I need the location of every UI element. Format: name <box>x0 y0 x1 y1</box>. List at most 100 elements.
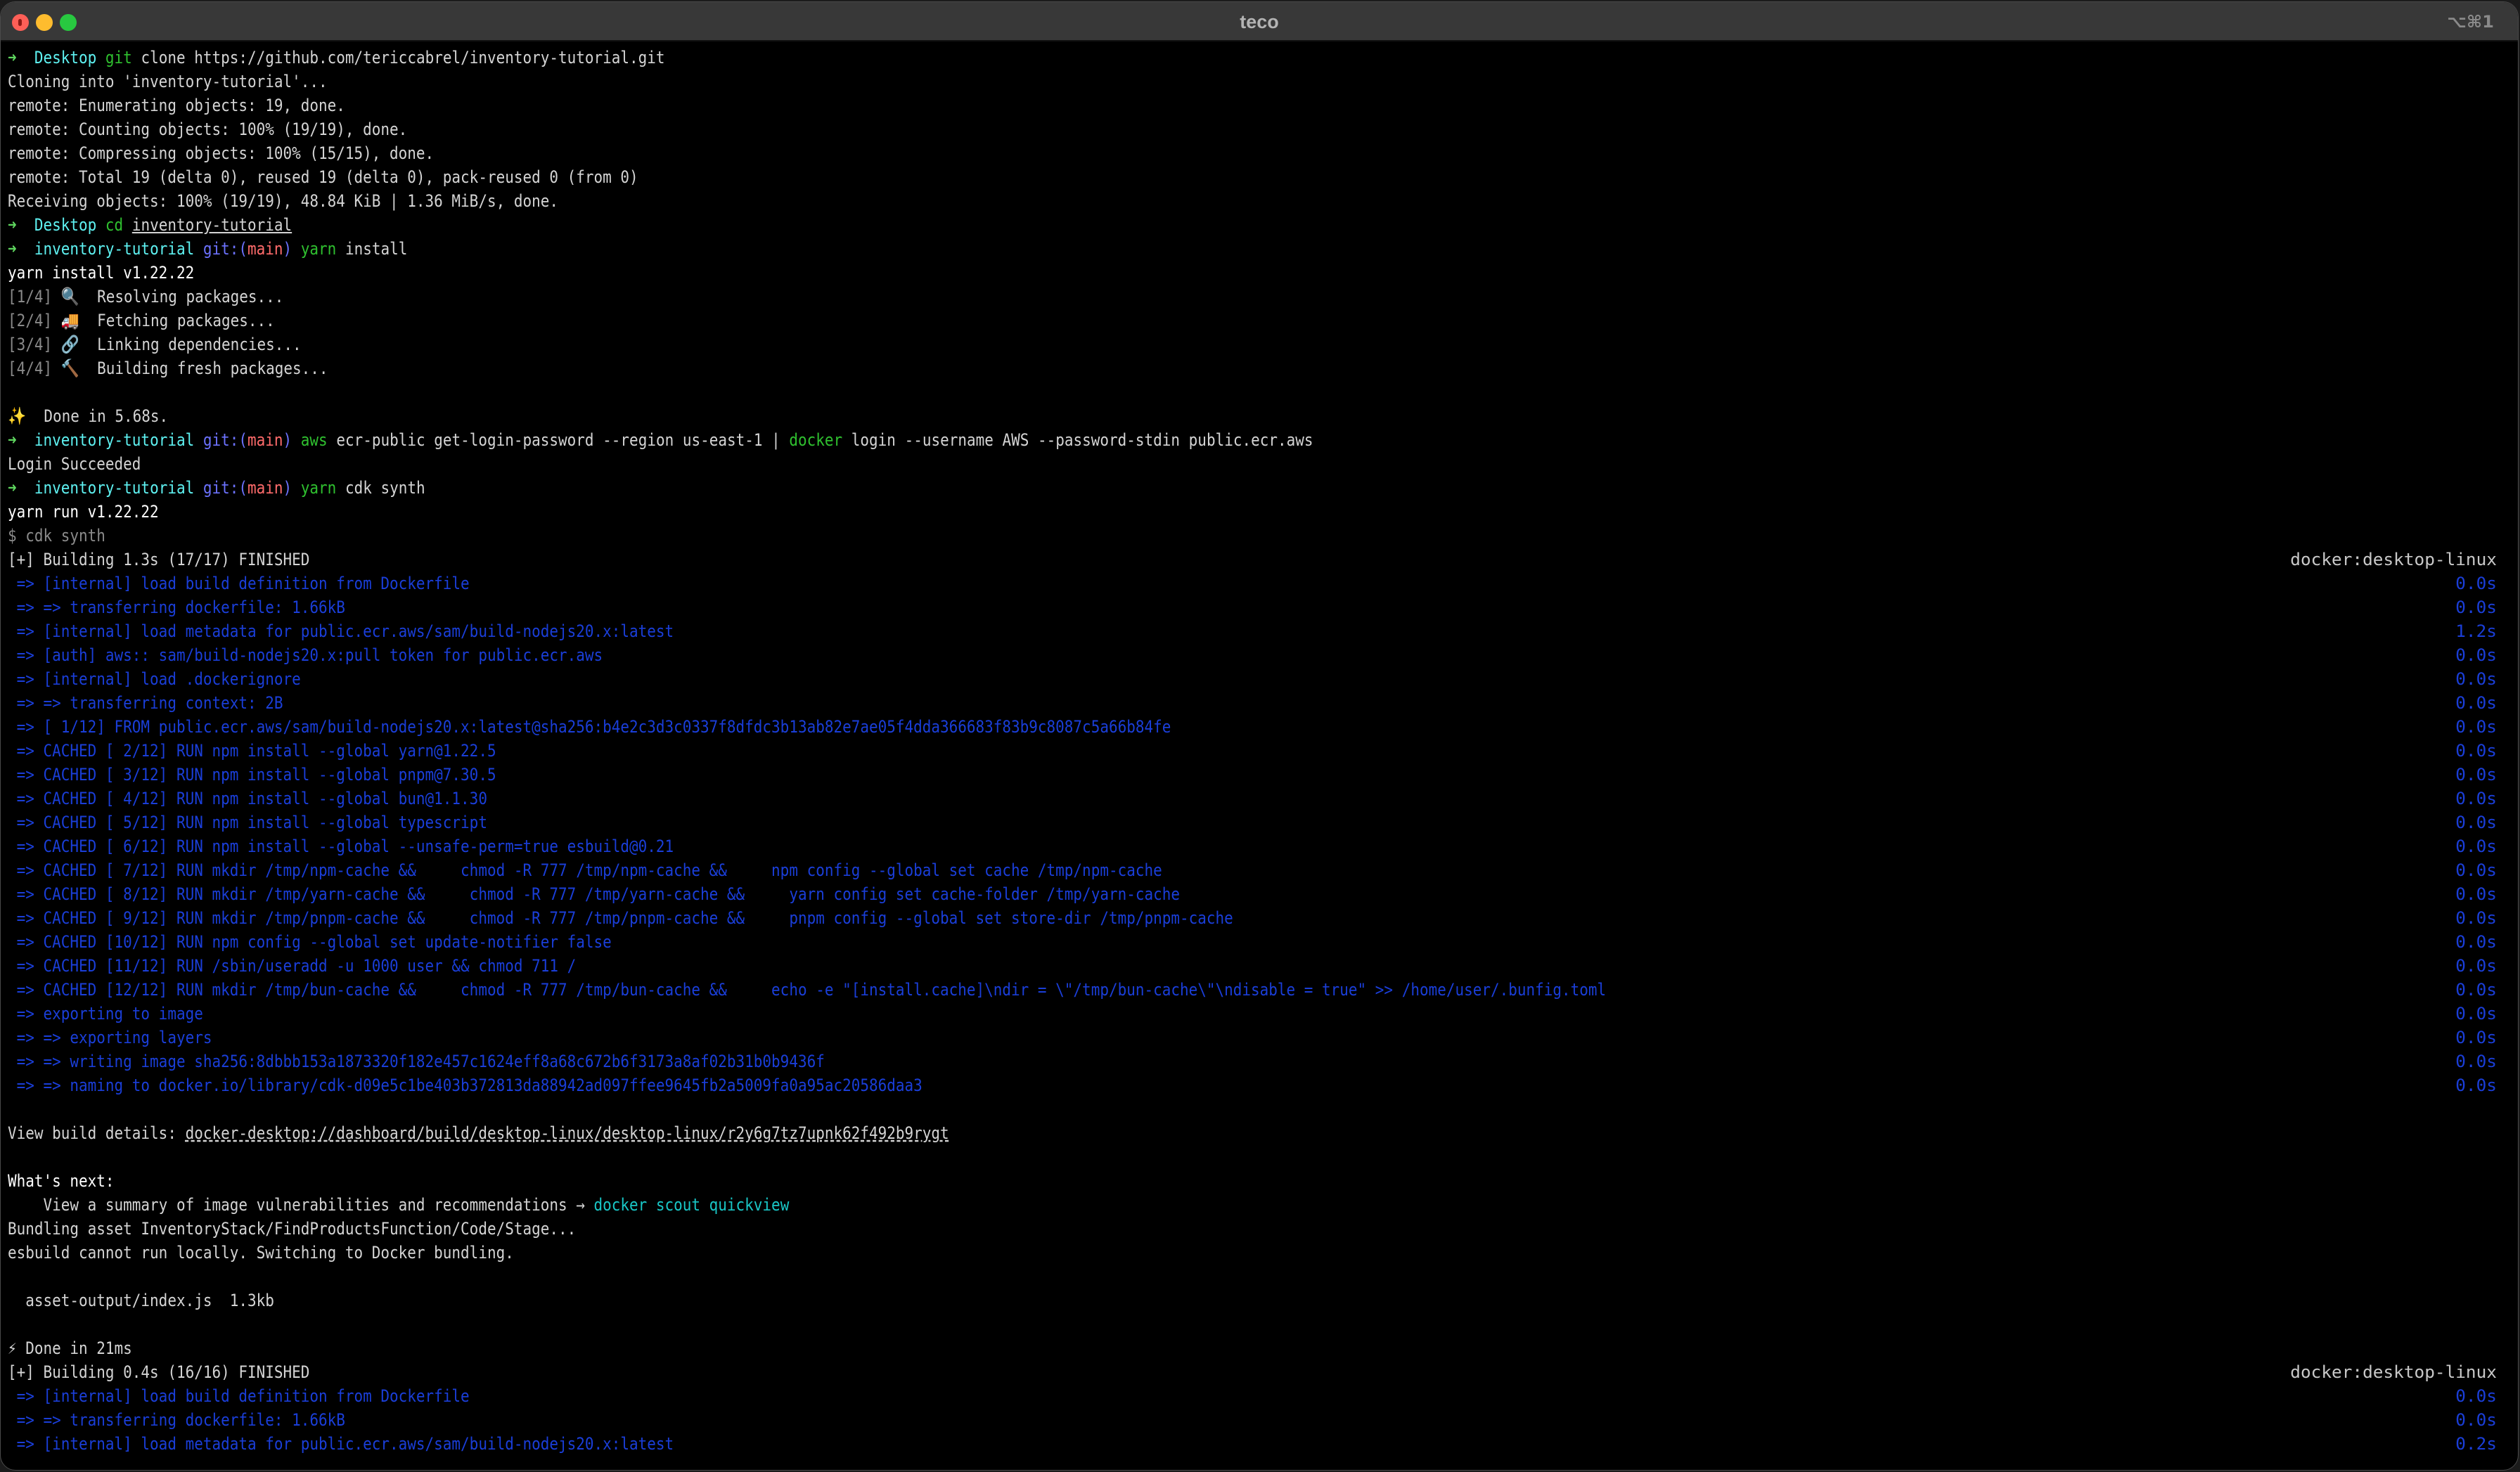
build-step-row: => [auth] aws:: sam/build-nodejs20.x:pul… <box>8 643 2518 667</box>
output-line: $ cdk synth <box>8 525 105 545</box>
build-step-time: 0.0s <box>2455 740 2497 761</box>
step-emoji-icon: 🔨 <box>60 358 79 378</box>
output-line: remote: Enumerating objects: 19, done. <box>8 95 345 115</box>
window-shortcut-label: ⌥⌘1 <box>2447 12 2494 32</box>
build-step-time: 0.0s <box>2455 788 2497 808</box>
build-step-text: => => transferring dockerfile: 1.66kB <box>8 1409 345 1430</box>
yarn-step-line: [4/4] 🔨 Building fresh packages... <box>8 356 2512 380</box>
build-step-time: 0.0s <box>2455 931 2497 952</box>
git-suffix: ) <box>283 477 292 498</box>
prompt-line: ➜ inventory-tutorial git:(main) aws ecr-… <box>8 428 2512 452</box>
sparkles-icon: ✨ <box>8 406 27 426</box>
prompt-arrow-icon: ➜ <box>8 214 17 235</box>
command-args: cdk synth <box>345 477 425 498</box>
step-counter: [4/4] <box>8 358 53 378</box>
build-context: docker:desktop-linux <box>2290 549 2497 569</box>
step-text: Linking dependencies... <box>97 334 302 354</box>
whats-next-heading: What's next: <box>8 1170 115 1191</box>
build-step-time: 0.0s <box>2455 812 2497 832</box>
prompt-line: ➜ inventory-tutorial git:(main) yarn cdk… <box>8 476 2512 500</box>
build-step-time: 0.0s <box>2455 1003 2497 1024</box>
command-name: yarn <box>300 238 337 259</box>
git-prefix: git:( <box>202 238 248 259</box>
build-step-row: => CACHED [ 5/12] RUN npm install --glob… <box>8 811 2518 834</box>
build-step-time: 0.0s <box>2455 716 2497 737</box>
build-step-time: 0.0s <box>2455 884 2497 904</box>
build-block-1: [+] Building 1.3s (17/17) FINISHED docke… <box>8 548 2518 1097</box>
output-line: View a summary of image vulnerabilities … <box>8 1194 790 1215</box>
build-step-text: => [internal] load metadata for public.e… <box>8 1433 674 1454</box>
step-text: Fetching packages... <box>97 310 275 330</box>
build-step-row: => => naming to docker.io/library/cdk-d0… <box>8 1073 2518 1097</box>
build-step-text: => [auth] aws:: sam/build-nodejs20.x:pul… <box>8 645 603 665</box>
command-args: ecr-public get-login-password --region u… <box>336 430 780 450</box>
output-line: remote: Compressing objects: 100% (15/15… <box>8 143 435 163</box>
output-line: ✨ Done in 5.68s. <box>8 406 169 426</box>
build-step-time: 0.0s <box>2455 860 2497 880</box>
prompt-arrow-icon: ➜ <box>8 430 17 450</box>
yarn-step-line: [1/4] 🔍 Resolving packages... <box>8 285 2512 309</box>
build-step-time: 0.0s <box>2455 1027 2497 1047</box>
prompt-dir: inventory-tutorial <box>34 430 195 450</box>
output-line: asset-output/index.js 1.3kb <box>8 1290 274 1310</box>
build-step-row: => [internal] load metadata for public.e… <box>8 1432 2518 1456</box>
build-step-text: => CACHED [ 4/12] RUN npm install --glob… <box>8 788 487 808</box>
git-prefix: git:( <box>202 477 248 498</box>
build-step-text: => CACHED [ 5/12] RUN npm install --glob… <box>8 812 487 832</box>
build-details-link[interactable]: docker-desktop://dashboard/build/desktop… <box>186 1123 949 1143</box>
git-prefix: git:( <box>202 430 248 450</box>
build-step-text: => [ 1/12] FROM public.ecr.aws/sam/build… <box>8 716 1171 737</box>
build-step-text: => => writing image sha256:8dbbb153a1873… <box>8 1051 825 1071</box>
build-step-time: 0.0s <box>2455 1051 2497 1071</box>
git-branch: main <box>248 430 283 450</box>
prompt-line: ➜ Desktop git clone https://github.com/t… <box>8 46 2512 70</box>
prompt-dir: Desktop <box>34 214 97 235</box>
output-line: Receiving objects: 100% (19/19), 48.84 K… <box>8 191 558 211</box>
terminal-output[interactable]: ➜ Desktop git clone https://github.com/t… <box>1 46 2518 1470</box>
path-link[interactable]: inventory-tutorial <box>132 214 292 235</box>
command-args: clone https://github.com/tericcabrel/inv… <box>141 47 665 67</box>
build-header: [+] Building 1.3s (17/17) FINISHED <box>8 549 310 569</box>
build-step-row: => [internal] load build definition from… <box>8 572 2518 595</box>
output-line: yarn run v1.22.22 <box>8 501 159 522</box>
build-step-row: => [internal] load metadata for public.e… <box>8 619 2518 643</box>
output-line: Bundling asset InventoryStack/FindProduc… <box>8 1218 577 1239</box>
step-text: Resolving packages... <box>97 286 284 306</box>
build-step-row: => CACHED [ 3/12] RUN npm install --glob… <box>8 763 2518 787</box>
build-step-text: => CACHED [12/12] RUN mkdir /tmp/bun-cac… <box>8 979 1607 1000</box>
build-step-time: 0.0s <box>2455 573 2497 593</box>
build-step-row: => CACHED [12/12] RUN mkdir /tmp/bun-cac… <box>8 978 2518 1002</box>
build-step-text: => [internal] load build definition from… <box>8 1386 470 1406</box>
step-emoji-icon: 🔍 <box>60 286 79 306</box>
build-step-row: => CACHED [11/12] RUN /sbin/useradd -u 1… <box>8 954 2518 978</box>
build-block-2: [+] Building 0.4s (16/16) FINISHED docke… <box>8 1360 2518 1456</box>
git-branch: main <box>248 477 283 498</box>
build-step-time: 0.0s <box>2455 1386 2497 1406</box>
build-step-row: => => transferring dockerfile: 1.66kB 0.0… <box>8 595 2518 619</box>
build-step-row: => [internal] load .dockerignore 0.0s <box>8 667 2518 691</box>
prompt-dir: inventory-tutorial <box>34 238 195 259</box>
build-step-time: 0.0s <box>2455 1409 2497 1430</box>
build-step-text: => CACHED [11/12] RUN /sbin/useradd -u 1… <box>8 955 577 976</box>
docker-scout-command[interactable]: docker scout quickview <box>593 1194 789 1215</box>
build-step-text: => CACHED [ 6/12] RUN npm install --glob… <box>8 836 674 856</box>
build-step-text: => CACHED [ 8/12] RUN mkdir /tmp/yarn-ca… <box>8 884 1180 904</box>
command-args: install <box>345 238 408 259</box>
terminal-window: teco ⌥⌘1 ➜ Desktop git clone https://git… <box>0 1 2519 1471</box>
build-step-row: => CACHED [ 8/12] RUN mkdir /tmp/yarn-ca… <box>8 882 2518 906</box>
git-branch: main <box>248 238 283 259</box>
build-step-text: => [internal] load .dockerignore <box>8 669 301 689</box>
build-step-time: 0.0s <box>2455 764 2497 785</box>
step-text: Building fresh packages... <box>97 358 328 378</box>
build-step-text: => CACHED [ 7/12] RUN mkdir /tmp/npm-cac… <box>8 860 1162 880</box>
prompt-line: ➜ inventory-tutorial git:(main) yarn ins… <box>8 237 2512 261</box>
output-line: esbuild cannot run locally. Switching to… <box>8 1242 514 1263</box>
prompt-arrow-icon: ➜ <box>8 47 17 67</box>
prompt-arrow-icon: ➜ <box>8 238 17 259</box>
yarn-step-line: [3/4] 🔗 Linking dependencies... <box>8 333 2512 356</box>
build-step-text: => => transferring context: 2B <box>8 692 283 713</box>
git-suffix: ) <box>283 430 292 450</box>
